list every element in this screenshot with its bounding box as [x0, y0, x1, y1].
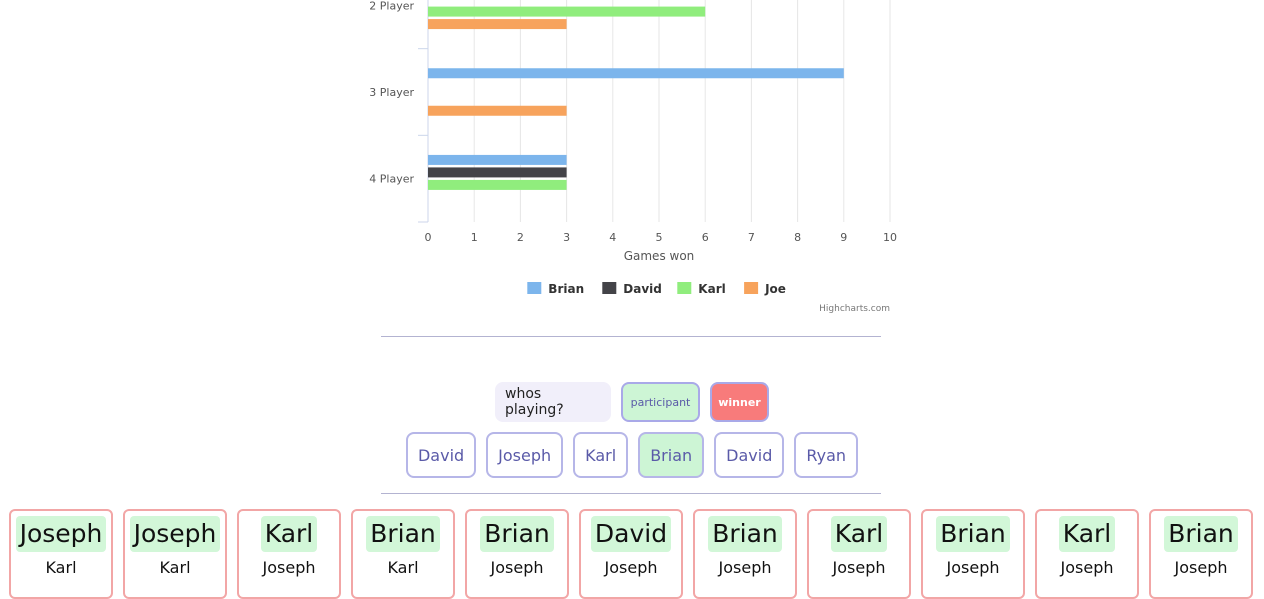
game-participant: Joseph: [946, 558, 1000, 577]
chart-credit: Highcharts.com: [819, 304, 890, 314]
player-button[interactable]: Karl: [573, 432, 629, 478]
x-tick-label: 9: [840, 231, 847, 244]
bar-karl: [428, 6, 706, 17]
game-card[interactable]: Karl Joseph: [237, 509, 341, 599]
participant-mode-button[interactable]: participant: [621, 382, 700, 422]
game-winner: Karl: [260, 516, 318, 552]
bar-joe: [428, 105, 567, 116]
player-button[interactable]: Joseph: [486, 432, 564, 478]
legend-swatch: [527, 282, 542, 294]
legend-swatch: [602, 282, 617, 294]
game-card[interactable]: Brian Joseph: [693, 509, 797, 599]
game-participant: Joseph: [1060, 558, 1114, 577]
game-card[interactable]: Karl Joseph: [807, 509, 911, 599]
game-card[interactable]: David Joseph: [579, 509, 683, 599]
whos-playing-prompt: whos playing?: [495, 382, 611, 422]
game-participant: Karl: [45, 558, 77, 577]
game-card[interactable]: Brian Joseph: [465, 509, 569, 599]
legend-label: Joe: [764, 282, 786, 296]
bar-karl: [428, 179, 567, 190]
game-card[interactable]: Brian Karl: [351, 509, 455, 599]
game-winner: Joseph: [129, 516, 221, 552]
game-winner: Karl: [830, 516, 888, 552]
legend-label: Brian: [548, 282, 584, 296]
legend-swatch: [744, 282, 759, 294]
x-tick-label: 10: [883, 231, 897, 244]
x-tick-label: 0: [425, 231, 432, 244]
game-winner: Brian: [708, 516, 782, 552]
game-participant: Karl: [159, 558, 191, 577]
legend-label: David: [623, 282, 662, 296]
x-tick-label: 2: [517, 231, 524, 244]
game-winner: Brian: [936, 516, 1010, 552]
player-button[interactable]: Ryan: [794, 432, 859, 478]
x-tick-label: 6: [702, 231, 709, 244]
bottom-divider: [381, 493, 881, 494]
game-participant: Joseph: [262, 558, 316, 577]
game-participant: Joseph: [718, 558, 772, 577]
game-card[interactable]: Joseph Karl: [123, 509, 227, 599]
player-button[interactable]: David: [714, 432, 785, 478]
top-divider: [381, 336, 881, 337]
bar-david: [428, 167, 567, 178]
game-winner: Brian: [1164, 516, 1238, 552]
category-label: 2 Player: [369, 0, 414, 12]
player-buttons: David Joseph Karl Brian David Ryan: [0, 432, 1264, 478]
game-card[interactable]: Brian Joseph: [921, 509, 1025, 599]
game-card[interactable]: Karl Joseph: [1035, 509, 1139, 599]
x-tick-label: 1: [471, 231, 478, 244]
category-label: 4 Player: [369, 173, 414, 186]
player-button[interactable]: Brian: [638, 432, 705, 478]
x-axis-title: Games won: [624, 249, 695, 263]
winner-mode-button[interactable]: winner: [710, 382, 769, 422]
game-card[interactable]: Brian Joseph: [1149, 509, 1253, 599]
game-winner: Joseph: [15, 516, 107, 552]
bar-brian: [428, 68, 844, 79]
player-button[interactable]: David: [405, 432, 477, 478]
game-winner: Brian: [480, 516, 554, 552]
mode-controls: whos playing? participant winner: [0, 382, 1264, 422]
x-tick-label: 8: [794, 231, 801, 244]
game-winner: Brian: [366, 516, 440, 552]
x-tick-label: 4: [609, 231, 616, 244]
game-participant: Karl: [387, 558, 419, 577]
x-tick-label: 3: [563, 231, 570, 244]
game-winner: David: [590, 516, 672, 552]
legend-swatch: [677, 282, 692, 294]
games-won-chart: 2 Player 3 Player 4 Player 0 1 2 3 4 5 6 7 8 9 10 Game…: [360, 0, 900, 320]
game-participant: Joseph: [832, 558, 886, 577]
bar-joe: [428, 19, 567, 30]
game-winner: Karl: [1058, 516, 1116, 552]
category-label: 3 Player: [369, 86, 414, 99]
game-participant: Joseph: [604, 558, 658, 577]
game-participant: Joseph: [1174, 558, 1228, 577]
game-participant: Joseph: [490, 558, 544, 577]
game-card[interactable]: Joseph Karl: [9, 509, 113, 599]
bar-brian: [428, 154, 567, 165]
x-tick-label: 5: [656, 231, 663, 244]
games-list: Joseph Karl Joseph Karl Karl Joseph Brian Karl B…: [9, 509, 1253, 599]
chart-svg: 2 Player 3 Player 4 Player 0 1 2 3 4 5 6 7 8 9 10 Game…: [369, 0, 897, 314]
x-tick-label: 7: [748, 231, 755, 244]
legend-label: Karl: [698, 282, 725, 296]
